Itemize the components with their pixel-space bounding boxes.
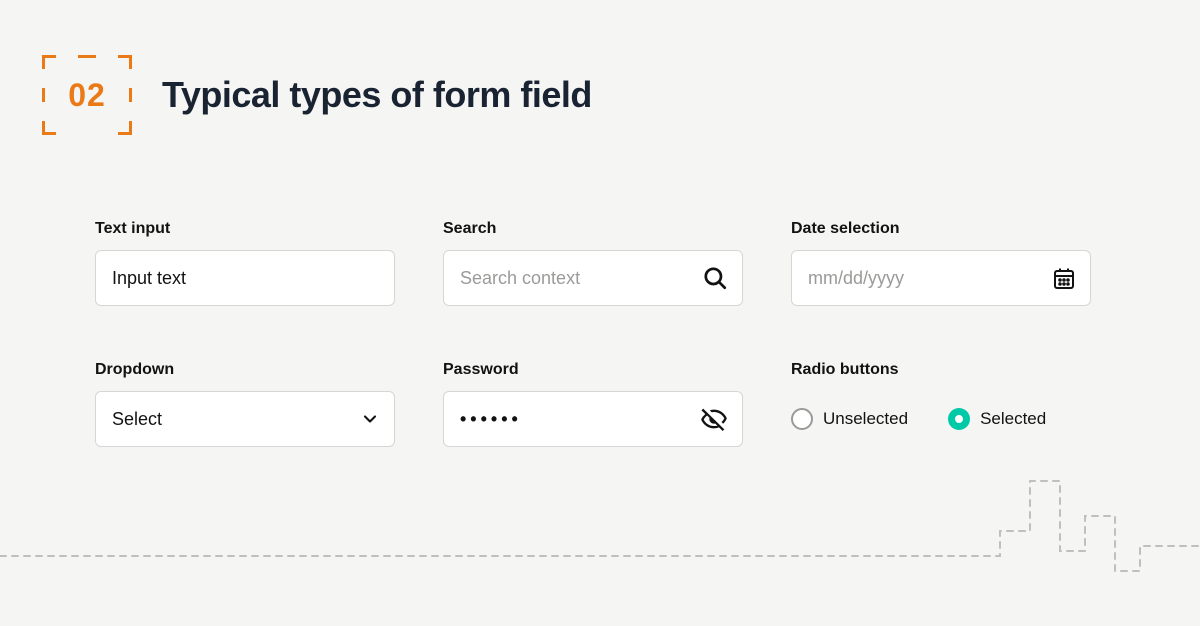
decorative-wave [0, 451, 1200, 591]
radio-group: Radio buttons Unselected Selected [791, 361, 1091, 447]
text-input-label: Text input [95, 220, 395, 238]
text-input-group: Text input Input text [95, 220, 395, 306]
calendar-icon [1052, 266, 1076, 290]
password-group: Password •••••• [443, 361, 743, 447]
radio-options: Unselected Selected [791, 391, 1091, 447]
frame-tick [129, 88, 132, 102]
radio-circle-selected-icon [948, 408, 970, 430]
date-placeholder: mm/dd/yyyy [808, 268, 904, 289]
frame-corner [118, 55, 132, 69]
section-number: 02 [68, 77, 106, 114]
text-input-value: Input text [112, 268, 186, 289]
date-group: Date selection mm/dd/yyyy [791, 220, 1091, 306]
date-label: Date selection [791, 220, 1091, 238]
search-field[interactable]: Search context [443, 250, 743, 306]
frame-tick [42, 88, 45, 102]
section-number-frame: 02 [42, 55, 132, 135]
frame-corner [42, 121, 56, 135]
search-placeholder: Search context [460, 268, 580, 289]
search-label: Search [443, 220, 743, 238]
radio-unselected-label: Unselected [823, 409, 908, 429]
form-fields-grid: Text input Input text Search Search cont… [0, 135, 1200, 447]
chevron-down-icon [360, 409, 380, 429]
dropdown-group: Dropdown Select [95, 361, 395, 447]
frame-corner [118, 121, 132, 135]
password-label: Password [443, 361, 743, 379]
eye-off-icon[interactable] [700, 405, 728, 433]
date-field[interactable]: mm/dd/yyyy [791, 250, 1091, 306]
dropdown-value: Select [112, 409, 162, 430]
search-icon [702, 265, 728, 291]
radio-circle-unselected-icon [791, 408, 813, 430]
frame-corner [42, 55, 56, 69]
text-input-field[interactable]: Input text [95, 250, 395, 306]
page-title: Typical types of form field [162, 74, 592, 116]
frame-tick [78, 55, 96, 58]
password-field[interactable]: •••••• [443, 391, 743, 447]
radio-unselected[interactable]: Unselected [791, 408, 908, 430]
radio-selected-label: Selected [980, 409, 1046, 429]
radio-label: Radio buttons [791, 361, 1091, 379]
search-group: Search Search context [443, 220, 743, 306]
dropdown-field[interactable]: Select [95, 391, 395, 447]
password-masked: •••••• [460, 409, 522, 430]
dropdown-label: Dropdown [95, 361, 395, 379]
page-header: 02 Typical types of form field [0, 0, 1200, 135]
radio-selected[interactable]: Selected [948, 408, 1046, 430]
